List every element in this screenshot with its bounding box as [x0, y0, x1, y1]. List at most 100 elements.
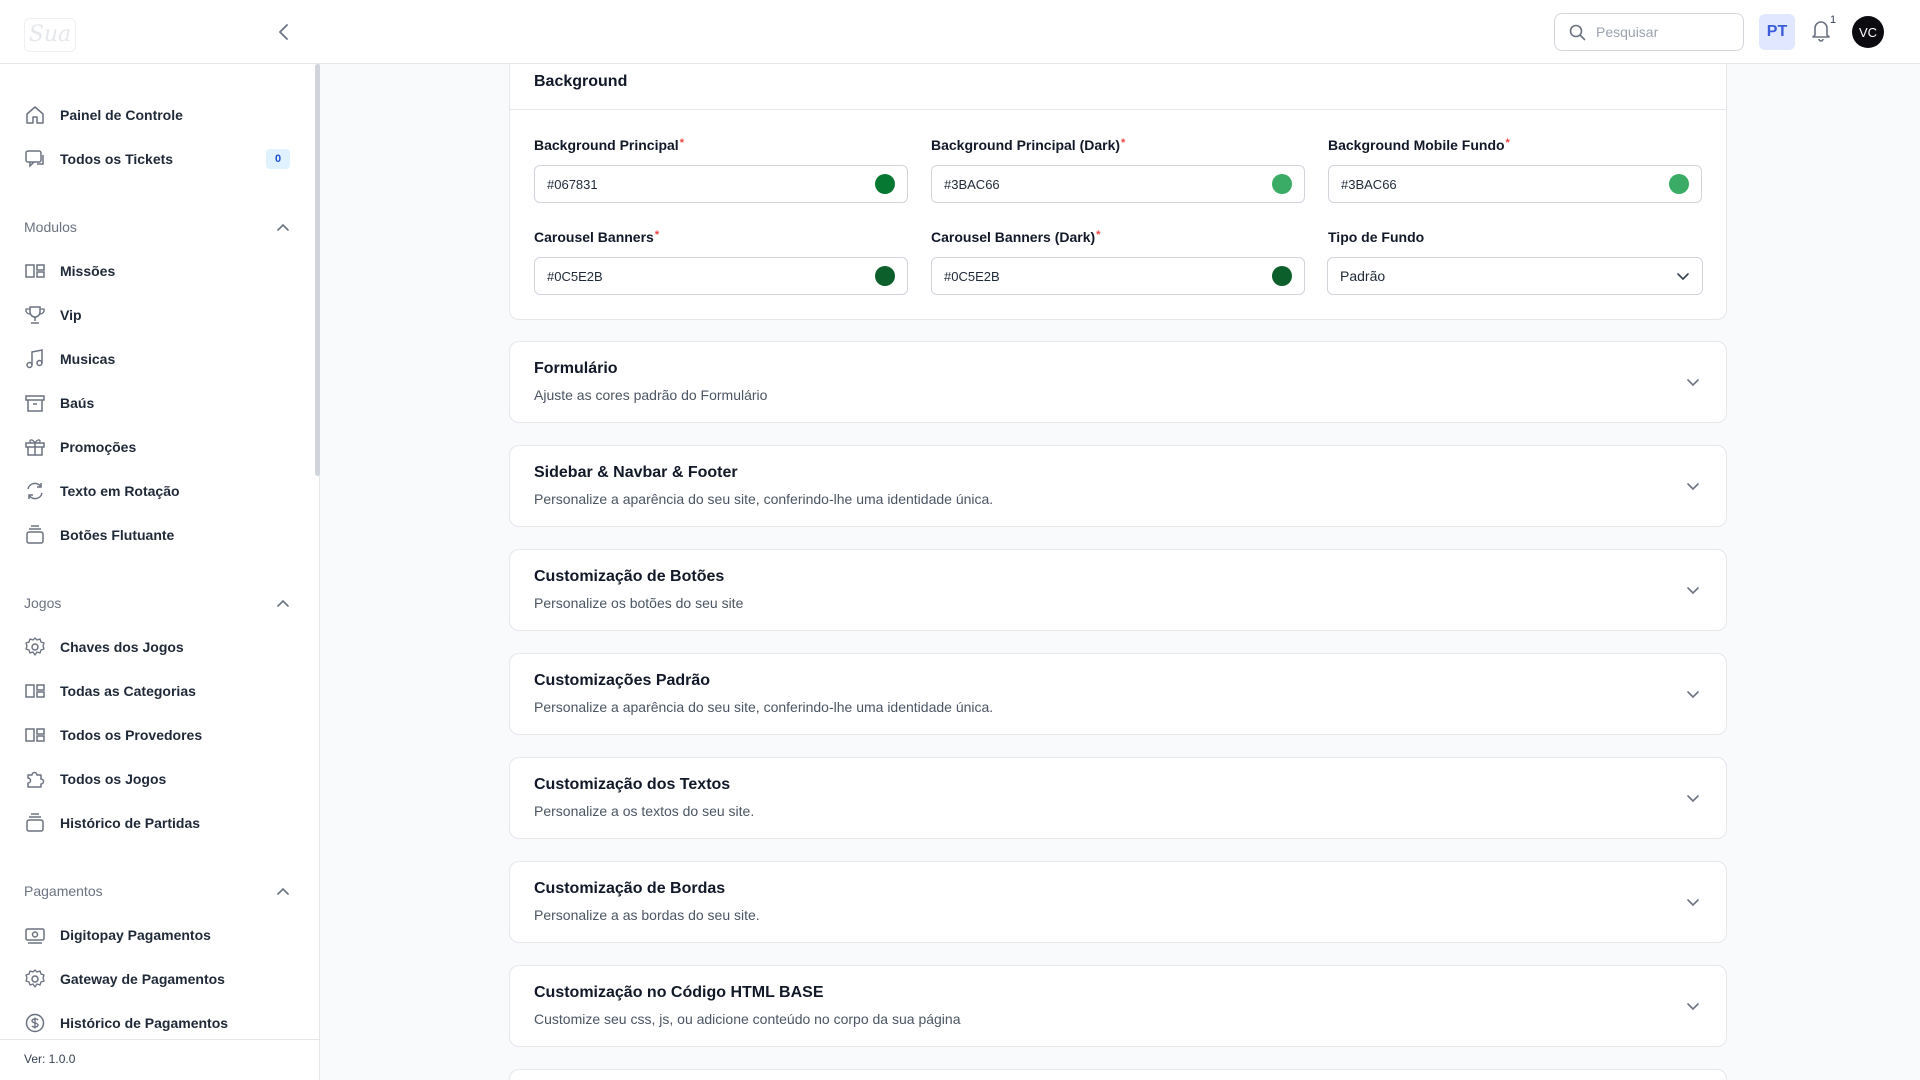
layout-icon [24, 680, 46, 702]
archive-icon [24, 392, 46, 414]
sidebar-item-digitopay-pagamentos[interactable]: Digitopay Pagamentos [24, 921, 294, 949]
section-toggle-jogos[interactable]: Jogos [24, 591, 290, 615]
sidebar-item-label: Vip [60, 307, 82, 323]
logo[interactable]: Sua [24, 18, 76, 52]
chevron-left-icon [279, 24, 288, 40]
sidebar-item-label: Musicas [60, 351, 116, 367]
gear-icon [24, 636, 46, 658]
search-box[interactable] [1554, 13, 1744, 51]
accordion-customizacoes-padrao[interactable]: Customizações Padrão Personalize a aparê… [509, 653, 1727, 735]
accordion-customizacao-de-bordas[interactable]: Customização de Bordas Personalize a as … [509, 861, 1727, 943]
sidebar-item-todos-os-jogos[interactable]: Todos os Jogos [24, 765, 294, 793]
sidebar-item-painel-de-controle[interactable]: Painel de Controle [24, 101, 294, 129]
sidebar-item-todos-os-tickets[interactable]: Painel de Controle Todos os Tickets 0 [24, 145, 294, 173]
accordion-title: Sidebar & Navbar & Footer [534, 464, 738, 481]
avatar[interactable]: VC [1852, 16, 1884, 48]
color-input-background-principal[interactable]: #067831 [534, 165, 908, 203]
bell-icon [1812, 21, 1830, 42]
layout-icon [24, 260, 46, 282]
accordion-next[interactable] [509, 1069, 1727, 1080]
sidebar-item-musicas[interactable]: Musicas [24, 345, 294, 373]
accordion-subtitle: Personalize a os textos do seu site. [534, 803, 755, 819]
search-icon [1569, 24, 1586, 40]
sidebar-item-vip[interactable]: Vip [24, 301, 294, 329]
sidebar-item-gateway-de-pagamentos[interactable]: Gateway de Pagamentos [24, 965, 294, 993]
puzzle-icon [24, 768, 46, 790]
accordion-title: Customização de Botões [534, 568, 725, 585]
accordion-subtitle: Personalize a aparência do seu site, con… [534, 699, 994, 715]
sidebar-item-label: Baús [60, 395, 95, 411]
collapse-sidebar-button[interactable] [270, 18, 298, 46]
accordion-customizacao-de-botoes[interactable]: Customização de Botões Personalize os bo… [509, 549, 1727, 631]
color-value: #3BAC66 [1341, 176, 1397, 192]
home-icon [24, 104, 46, 126]
accordion-customizacao-dos-textos[interactable]: Customização dos Textos Personalize a os… [509, 757, 1727, 839]
top-navbar: Sua PT 1 VC [0, 0, 1920, 64]
color-input-background-principal-dark[interactable]: #3BAC66 [931, 165, 1305, 203]
accordion-subtitle: Ajuste as cores padrão do Formulário [534, 387, 768, 403]
color-input-background-mobile-fundo[interactable]: #3BAC66 [1328, 165, 1702, 203]
field-label-carousel-banners: Carousel Banners* [534, 229, 660, 245]
search-input[interactable] [1596, 24, 1736, 40]
sidebar-item-label: Histórico de Pagamentos [60, 1015, 229, 1031]
sidebar: Painel de Controle Painel de Controle To… [0, 64, 320, 1080]
sidebar-item-chaves-dos-jogos[interactable]: Chaves dos Jogos [24, 633, 294, 661]
color-swatch[interactable] [1272, 174, 1292, 194]
chevron-down-icon [1687, 795, 1699, 803]
section-toggle-pagamentos[interactable]: Pagamentos [24, 879, 290, 903]
sidebar-item-label: Gateway de Pagamentos [60, 971, 225, 987]
sidebar-menu: Painel de Controle Painel de Controle To… [0, 64, 316, 1039]
section-title: Pagamentos [24, 883, 103, 899]
sidebar-item-label: Missões [60, 263, 116, 279]
sidebar-scrollbar[interactable] [315, 64, 320, 476]
tipo-de-fundo-select[interactable]: Padrão [1327, 257, 1703, 295]
field-label-background-principal: Background Principal* [534, 137, 684, 153]
chat-icon [24, 148, 46, 170]
select-value: Padrão [1340, 268, 1386, 284]
color-swatch[interactable] [875, 174, 895, 194]
color-value: #067831 [547, 176, 598, 192]
divider [0, 1039, 320, 1040]
language-button[interactable]: PT [1759, 14, 1795, 50]
chevron-down-icon [1687, 483, 1699, 491]
color-input-carousel-banners[interactable]: #0C5E2B [534, 257, 908, 295]
sidebar-item-label: Todos os Jogos [60, 771, 167, 787]
color-value: #3BAC66 [944, 176, 1000, 192]
accordion-sidebar-navbar-footer[interactable]: Sidebar & Navbar & Footer Personalize a … [509, 445, 1727, 527]
accordion-customizacao-codigo-html[interactable]: Customização no Código HTML BASE Customi… [509, 965, 1727, 1047]
section-toggle-modulos[interactable]: Modulos [24, 215, 290, 239]
gift-icon [24, 436, 46, 458]
tickets-count-badge: 0 [266, 149, 290, 169]
color-value: #0C5E2B [944, 268, 1000, 284]
sidebar-item-missoes[interactable]: Missões [24, 257, 294, 285]
field-label-background-principal-dark: Background Principal (Dark)* [931, 137, 1126, 153]
sidebar-item-texto-em-rotacao[interactable]: Texto em Rotação [24, 477, 294, 505]
layout-icon [24, 724, 46, 746]
sidebar-item-label: Todos os Tickets [60, 151, 174, 167]
color-input-carousel-banners-dark[interactable]: #0C5E2B [931, 257, 1305, 295]
sidebar-item-botoes-flutuante[interactable]: Botões Flutuante [24, 521, 294, 549]
sidebar-item-label: Todos os Provedores [60, 727, 203, 743]
chevron-up-icon [277, 887, 289, 895]
accordion-title: Customizações Padrão [534, 672, 711, 689]
accordion-subtitle: Customize seu css, js, ou adicione conte… [534, 1011, 961, 1027]
color-swatch[interactable] [1669, 174, 1689, 194]
color-swatch[interactable] [875, 266, 895, 286]
section-title: Jogos [24, 595, 62, 611]
sidebar-item-historico-de-pagamentos[interactable]: Histórico de Pagamentos [24, 1009, 294, 1037]
sidebar-item-label: Chaves dos Jogos [60, 639, 184, 655]
sidebar-item-promocoes[interactable]: Promoções [24, 433, 294, 461]
color-swatch[interactable] [1272, 266, 1292, 286]
stack-icon [24, 812, 46, 834]
sidebar-item-historico-de-partidas[interactable]: Histórico de Partidas [24, 809, 294, 837]
sidebar-item-label: Promoções [60, 439, 137, 455]
chevron-down-icon [1677, 273, 1689, 281]
dollar-icon [24, 1012, 46, 1034]
accordion-formulario[interactable]: Formulário Ajuste as cores padrão do For… [509, 341, 1727, 423]
sidebar-item-label: Todas as Categorias [60, 683, 196, 699]
sidebar-item-todas-as-categorias[interactable]: Todas as Categorias [24, 677, 294, 705]
field-label-background-mobile-fundo: Background Mobile Fundo* [1328, 137, 1510, 153]
sidebar-item-baus[interactable]: Baús [24, 389, 294, 417]
chevron-up-icon [277, 599, 289, 607]
sidebar-item-todos-os-provedores[interactable]: Todos os Provedores [24, 721, 294, 749]
